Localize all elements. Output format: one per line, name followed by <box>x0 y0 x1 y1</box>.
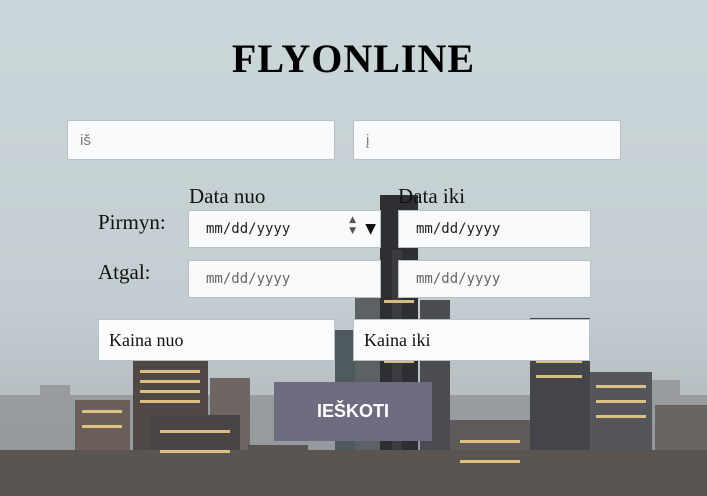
destination-input[interactable] <box>354 121 620 159</box>
price-max-value: Kaina iki <box>364 330 431 350</box>
spinner-icon[interactable]: ▲ ▼ <box>349 215 356 237</box>
search-button[interactable]: IEŠKOTI <box>274 382 432 441</box>
outbound-date-from-value: mm/dd/yyyy <box>206 221 291 237</box>
return-label: Atgal: <box>98 260 151 284</box>
date-to-header: Data iki <box>398 184 466 208</box>
return-date-from-value: mm/dd/yyyy <box>206 271 291 287</box>
app-title: FLYONLINE <box>231 36 476 81</box>
return-date-to-value: mm/dd/yyyy <box>416 271 501 287</box>
price-min-value: Kaina nuo <box>109 330 184 350</box>
return-date-to-input[interactable]: mm/dd/yyyy <box>398 260 591 298</box>
price-max-input[interactable]: Kaina iki <box>353 319 590 361</box>
price-min-input[interactable]: Kaina nuo <box>98 319 335 361</box>
outbound-date-to-value: mm/dd/yyyy <box>416 221 501 237</box>
origin-input[interactable] <box>68 121 334 159</box>
return-date-from-input[interactable]: mm/dd/yyyy <box>188 260 381 298</box>
origin-field-wrapper <box>67 120 335 160</box>
destination-field-wrapper <box>353 120 621 160</box>
dropdown-arrow-icon[interactable]: ▼ <box>365 211 376 247</box>
outbound-label: Pirmyn: <box>98 210 166 234</box>
outbound-date-from-input[interactable]: mm/dd/yyyy ▲ ▼ ▼ <box>188 210 381 248</box>
outbound-date-to-input[interactable]: mm/dd/yyyy <box>398 210 591 248</box>
date-from-header: Data nuo <box>189 184 266 208</box>
